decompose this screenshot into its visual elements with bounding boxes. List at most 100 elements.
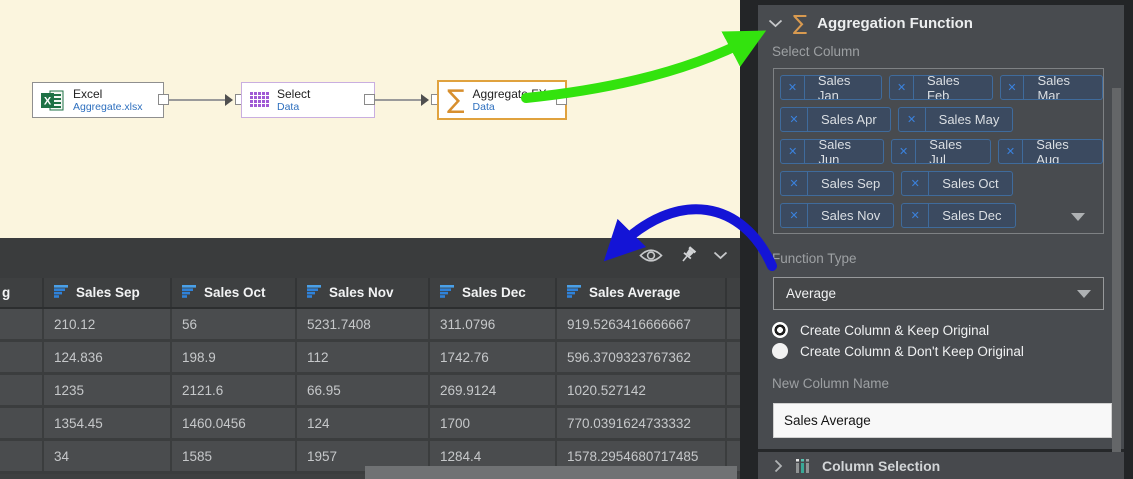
row-filler [727, 309, 740, 339]
output-port[interactable] [364, 94, 375, 105]
column-header[interactable]: Sales Average [557, 278, 727, 307]
remove-column-icon[interactable]: ✕ [781, 108, 808, 131]
column-chip[interactable]: ✕Sales May [898, 107, 1014, 132]
column-chip-label: Sales Aug [1023, 140, 1102, 163]
workflow-canvas[interactable]: X Excel Aggregate.xlsx [0, 0, 740, 238]
table-cell: 34 [44, 441, 172, 471]
selected-columns-list[interactable]: ✕Sales Jan✕Sales Feb✕Sales Mar✕Sales Apr… [773, 68, 1104, 234]
preview-eye-icon[interactable] [639, 248, 663, 263]
remove-column-icon[interactable]: ✕ [899, 108, 926, 131]
remove-column-icon[interactable]: ✕ [781, 204, 808, 227]
cell-partial [0, 342, 44, 372]
table-cell: 311.0796 [430, 309, 557, 339]
numeric-column-icon [567, 285, 582, 301]
column-chip[interactable]: ✕Sales Jul [891, 139, 991, 164]
column-chip[interactable]: ✕Sales Mar [1000, 75, 1103, 100]
function-type-dropdown[interactable]: Average [773, 277, 1104, 310]
table-cell: 770.0391624733332 [557, 408, 727, 438]
node-excel-input[interactable]: X Excel Aggregate.xlsx [32, 82, 164, 118]
table-cell: 198.9 [172, 342, 297, 372]
table-cell: 124.836 [44, 342, 172, 372]
new-column-name-input[interactable] [773, 403, 1112, 438]
radio-option[interactable]: Create Column & Don't Keep Original [772, 343, 1024, 359]
column-header[interactable]: Sales Dec [430, 278, 557, 307]
sigma-icon: ∑ [793, 12, 807, 34]
connector-wire [375, 99, 421, 101]
column-chip[interactable]: ✕Sales Sep [780, 171, 894, 196]
remove-column-icon[interactable]: ✕ [890, 76, 914, 99]
column-selection-icon [795, 458, 810, 474]
remove-column-icon[interactable]: ✕ [781, 76, 805, 99]
table-cell: 1020.527142 [557, 375, 727, 405]
table-row: 1354.451460.04561241700770.0391624733332 [0, 408, 740, 441]
node-subtitle: Data [473, 101, 547, 113]
radio-selected-icon[interactable] [772, 322, 788, 338]
column-chip-label: Sales Dec [929, 204, 1014, 227]
grid-dots-icon [250, 92, 269, 108]
cell-partial [0, 375, 44, 405]
remove-column-icon[interactable]: ✕ [902, 172, 929, 195]
column-chip[interactable]: ✕Sales Feb [889, 75, 992, 100]
numeric-column-icon [307, 285, 322, 301]
grid-body: 210.12565231.7408311.0796919.52634166666… [0, 309, 740, 474]
column-chip[interactable]: ✕Sales Apr [780, 107, 891, 132]
radio-option-label: Create Column & Don't Keep Original [800, 344, 1024, 359]
node-aggregate-fx[interactable]: ∑ Aggregate FX Data [437, 80, 567, 120]
output-port[interactable] [158, 94, 169, 105]
radio-option[interactable]: Create Column & Keep Original [772, 322, 1024, 338]
horizontal-scrollbar[interactable] [365, 466, 737, 479]
remove-column-icon[interactable]: ✕ [1001, 76, 1025, 99]
column-chip[interactable]: ✕Sales Oct [901, 171, 1012, 196]
numeric-column-icon [440, 285, 455, 301]
node-select-data[interactable]: Select Data [241, 82, 375, 118]
connector-wire [169, 99, 225, 101]
column-selection-section-header[interactable]: Column Selection [758, 452, 1124, 479]
table-cell: 596.3709323767362 [557, 342, 727, 372]
column-chip-label: Sales Feb [914, 76, 992, 99]
radio-unselected-icon[interactable] [772, 343, 788, 359]
grid-header: gSales SepSales OctSales Nov Sales Dec Sal… [0, 278, 740, 309]
column-header[interactable]: Sales Nov [297, 278, 430, 307]
row-filler [727, 408, 740, 438]
aggregation-settings-panel: ∑ Aggregation Function Select Column ✕Sa… [758, 0, 1133, 479]
table-cell: 269.9124 [430, 375, 557, 405]
dropdown-caret-icon [1077, 290, 1091, 298]
remove-column-icon[interactable]: ✕ [902, 204, 929, 227]
function-type-value: Average [786, 286, 1077, 301]
remove-column-icon[interactable]: ✕ [781, 140, 805, 163]
radio-option-label: Create Column & Keep Original [800, 323, 989, 338]
numeric-column-icon [182, 285, 197, 301]
column-chip-label: Sales Jun [805, 140, 882, 163]
column-header-partial[interactable]: g [0, 278, 44, 307]
row-filler [727, 342, 740, 372]
column-header-label: Sales Dec [462, 285, 526, 300]
column-header[interactable]: Sales Oct [172, 278, 297, 307]
remove-column-icon[interactable]: ✕ [999, 140, 1023, 163]
section-expanded-chevron-icon[interactable] [768, 19, 783, 28]
column-header[interactable]: Sales Sep [44, 278, 172, 307]
column-chip-label: Sales May [926, 108, 1013, 131]
table-cell: 1460.0456 [172, 408, 297, 438]
column-chip-label: Sales Nov [808, 204, 893, 227]
column-chip[interactable]: ✕Sales Dec [901, 203, 1015, 228]
panel-vertical-scrollbar[interactable] [1112, 88, 1121, 452]
column-chip-label: Sales Jan [805, 76, 881, 99]
columns-dropdown-caret-icon[interactable] [1071, 213, 1085, 221]
section-collapsed-chevron-icon[interactable] [774, 459, 783, 473]
column-chip-label: Sales Mar [1024, 76, 1102, 99]
table-cell: 210.12 [44, 309, 172, 339]
column-chip[interactable]: ✕Sales Jan [780, 75, 882, 100]
column-chip[interactable]: ✕Sales Nov [780, 203, 894, 228]
pin-icon[interactable] [679, 246, 697, 264]
node-title: Excel [73, 88, 142, 101]
table-cell: 2121.6 [172, 375, 297, 405]
table-cell: 124 [297, 408, 430, 438]
collapse-chevron-icon[interactable] [713, 251, 728, 260]
column-chip[interactable]: ✕Sales Jun [780, 139, 884, 164]
output-port[interactable] [556, 94, 567, 105]
panel-header[interactable]: ∑ Aggregation Function [768, 12, 973, 34]
column-chip[interactable]: ✕Sales Aug [998, 139, 1103, 164]
remove-column-icon[interactable]: ✕ [781, 172, 808, 195]
remove-column-icon[interactable]: ✕ [892, 140, 916, 163]
cell-partial [0, 441, 44, 471]
